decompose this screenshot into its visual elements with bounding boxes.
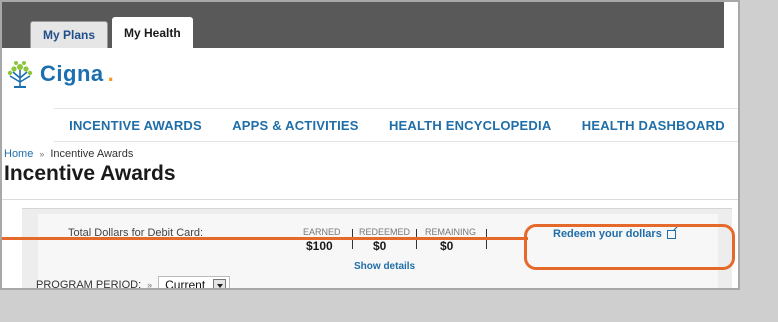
breadcrumb-current: Incentive Awards xyxy=(50,148,134,160)
program-period-select[interactable]: Current xyxy=(158,276,231,290)
page-title: Incentive Awards xyxy=(4,162,176,185)
breadcrumb: Home » Incentive Awards xyxy=(4,148,133,160)
divider xyxy=(2,199,738,200)
logo-dot: . xyxy=(107,61,114,86)
cigna-tree-icon xyxy=(7,61,33,88)
annotation-line xyxy=(2,237,528,240)
cigna-logo[interactable]: Cigna. xyxy=(4,58,114,90)
redeemed-value: $0 xyxy=(373,239,387,253)
nav-health-encyclopedia[interactable]: HEALTH ENCYCLOPEDIA xyxy=(389,118,551,133)
chevron-down-icon xyxy=(213,278,227,288)
earned-value: $100 xyxy=(306,239,333,253)
top-bar-edge xyxy=(724,2,738,48)
nav-incentive-awards[interactable]: INCENTIVE AWARDS xyxy=(69,118,202,133)
annotation-highlight-box xyxy=(524,224,735,270)
browser-frame: My Plans My Health Cigna. INCENTIVE AWAR… xyxy=(0,0,740,290)
nav-health-dashboard[interactable]: HEALTH DASHBOARD xyxy=(582,118,725,133)
breadcrumb-home[interactable]: Home xyxy=(4,148,33,160)
program-period-label: PROGRAM PERIOD: xyxy=(36,279,142,290)
earned-header: EARNED xyxy=(303,227,341,237)
logo-wordmark: Cigna xyxy=(40,61,104,86)
tab-my-plans[interactable]: My Plans xyxy=(30,21,109,48)
program-period-separator: » xyxy=(147,280,153,290)
main-nav: INCENTIVE AWARDS APPS & ACTIVITIES HEALT… xyxy=(54,108,738,142)
tab-my-health[interactable]: My Health xyxy=(112,17,193,48)
breadcrumb-separator: » xyxy=(39,149,45,159)
nav-apps-activities[interactable]: APPS & ACTIVITIES xyxy=(232,118,358,133)
redeemed-header: REDEEMED xyxy=(359,227,411,237)
program-period-value: Current xyxy=(165,278,206,290)
remaining-value: $0 xyxy=(440,239,454,253)
show-details-link[interactable]: Show details xyxy=(354,261,415,272)
program-period: PROGRAM PERIOD: » Current xyxy=(36,276,231,290)
remaining-header: REMAINING xyxy=(425,227,477,237)
